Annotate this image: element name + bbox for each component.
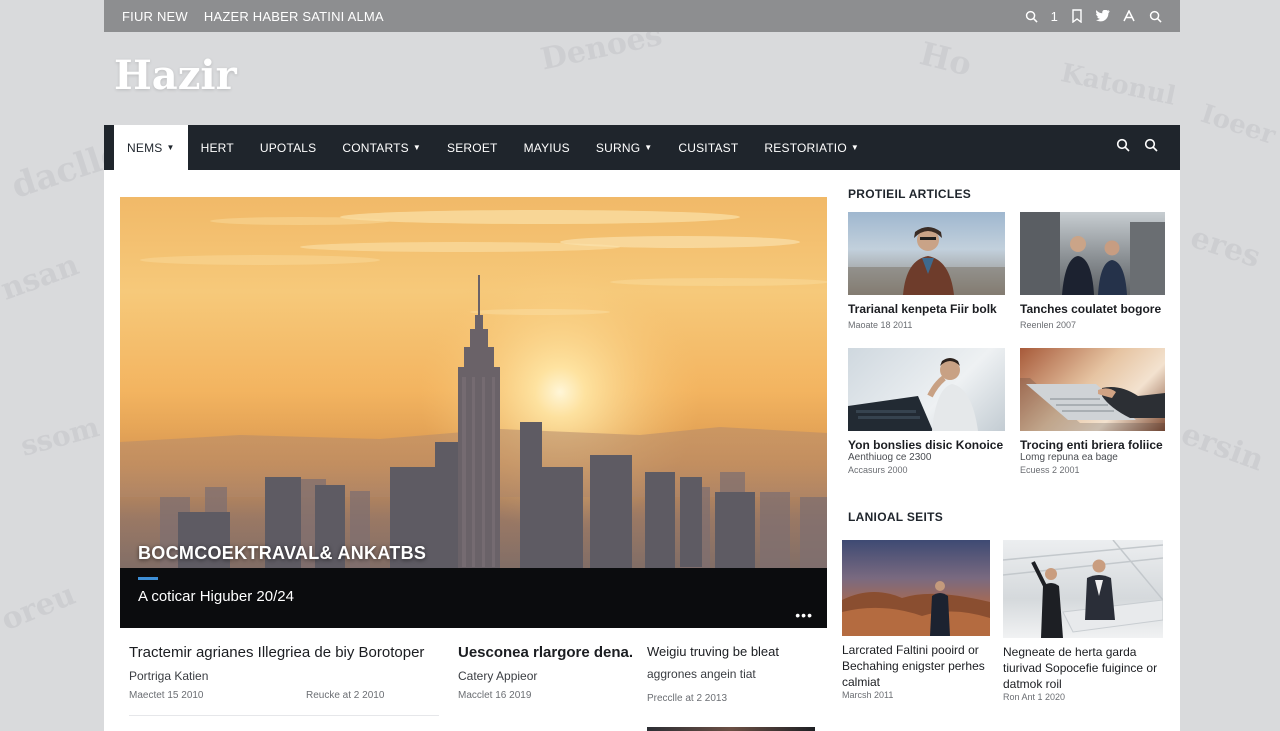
nav-item-contarts[interactable]: CONTARTS ▼: [329, 125, 434, 170]
bookmark-icon[interactable]: [1070, 9, 1084, 23]
page: FIUR NEW HAZER HABER SATINI ALMA 1 Hazir…: [104, 0, 1180, 731]
story-category: Portriga Katien: [129, 669, 209, 683]
nav-item-upotals[interactable]: UPOTALS: [247, 125, 330, 170]
story-item-1[interactable]: Tractemir agrianes Illegriea de biy Boro…: [129, 644, 424, 701]
story-title[interactable]: Weigiu truving be bleat: [647, 644, 779, 659]
story-date: Maectet 15 2010: [129, 690, 204, 701]
card-subtitle: Aenthiuog ce 2300: [848, 452, 932, 463]
card-title[interactable]: Negneate de herta garda tiurivad Sopocef…: [1003, 644, 1168, 692]
article-thumbnail[interactable]: [1003, 540, 1163, 638]
article-thumbnail[interactable]: [1020, 348, 1165, 431]
story-category: aggrones angein tiat: [647, 667, 756, 681]
article-thumbnail[interactable]: [848, 212, 1005, 295]
nav-label: NEMS: [127, 140, 163, 155]
story-meta: Maectet 15 2010 Reucke at 2 2010: [129, 690, 424, 701]
divider: [129, 715, 439, 731]
hero-title[interactable]: BOCMCOEKTRAVAL& ANKATBS: [138, 543, 426, 564]
article-thumbnail[interactable]: [647, 727, 815, 731]
laptop-image: [1020, 378, 1165, 431]
nav-label: CONTARTS: [342, 140, 409, 155]
story-title[interactable]: Tractemir agrianes Illegriea de biy Boro…: [129, 644, 424, 661]
person-landscape-image: [842, 581, 990, 636]
top-icons: 1: [1025, 9, 1162, 24]
twitter-icon[interactable]: [1096, 9, 1110, 23]
story-category: Catery Appieor: [458, 669, 538, 683]
top-link-subscribe[interactable]: HAZER HABER SATINI ALMA: [204, 9, 384, 24]
nav-item-surng[interactable]: SURNG ▼: [583, 125, 665, 170]
card-title[interactable]: Tanches coulatet bogore: [1020, 302, 1161, 316]
site-logo[interactable]: Hazir: [114, 52, 237, 99]
section-title-featured: PROTIEIL ARTICLES: [848, 187, 972, 201]
office-people-image: [1003, 540, 1163, 638]
chevron-down-icon: ▼: [850, 143, 859, 152]
more-options-icon[interactable]: •••: [795, 607, 813, 623]
nav-item-hert[interactable]: HERT: [188, 125, 247, 170]
story-date: Macclet 16 2019: [458, 690, 532, 701]
card-title[interactable]: Trocing enti briera foliice: [1020, 438, 1163, 452]
nav-label: HERT: [200, 140, 234, 155]
card-title[interactable]: Larcrated Faltini pooird or Bechahing en…: [842, 642, 992, 690]
nav-item-mayius[interactable]: MAYIUS: [511, 125, 583, 170]
story-meta: Precclle at 2 2013: [647, 693, 779, 704]
story-item-2[interactable]: Uesconea rlargore dena. Catery Appieor M…: [458, 644, 633, 701]
chevron-down-icon: ▼: [166, 143, 175, 152]
hero-subtitle: A coticar Higuber 20/24: [138, 588, 294, 605]
card-date: Accasurs 2000: [848, 465, 908, 475]
nav-item-nems[interactable]: NEMS ▼: [114, 125, 188, 170]
nav-item-seroet[interactable]: SEROET: [434, 125, 511, 170]
article-thumbnail[interactable]: [1020, 212, 1165, 295]
card-title[interactable]: Yon bonslies disic Konoice: [848, 438, 1003, 452]
article-thumbnail[interactable]: [848, 348, 1005, 431]
story-title[interactable]: Uesconea rlargore dena.: [458, 644, 633, 661]
card-date: Maoate 18 2011: [848, 320, 913, 330]
main-nav: NEMS ▼ HERT UPOTALS CONTARTS ▼ SEROET MAYI…: [104, 125, 1180, 170]
article-thumbnail[interactable]: [842, 540, 990, 636]
top-bar: FIUR NEW HAZER HABER SATINI ALMA 1: [104, 0, 1180, 32]
notification-count[interactable]: 1: [1051, 9, 1058, 24]
story-item-3[interactable]: Weigiu truving be bleat aggrones angein …: [647, 644, 779, 704]
nav-label: SURNG: [595, 140, 641, 155]
card-date: Reenlen 2007: [1020, 320, 1077, 330]
nav-label: CUSITAST: [678, 140, 739, 155]
person-computer-image: [848, 358, 978, 431]
hero-accent-line: [138, 577, 158, 580]
nav-item-cusitast[interactable]: CUSITAST: [665, 125, 751, 170]
font-size-icon[interactable]: [1122, 9, 1136, 23]
card-date: Ecuess 2 2001: [1020, 465, 1080, 475]
card-date: Marcsh 2011: [842, 690, 894, 700]
search-icon-secondary[interactable]: [1148, 9, 1162, 23]
chevron-down-icon: ▼: [644, 143, 653, 152]
nav-label: MAYIUS: [523, 140, 570, 155]
nav-icons: [1116, 125, 1180, 170]
card-subtitle: Lomg repuna ea bage: [1020, 452, 1118, 463]
top-link-new[interactable]: FIUR NEW: [122, 9, 188, 24]
story-meta: Macclet 16 2019: [458, 690, 633, 701]
card-date: Ron Ant 1 2020: [1003, 692, 1066, 702]
card-title[interactable]: Trarianal kenpeta Fiir bolk: [848, 302, 997, 316]
nav-item-restoriatio[interactable]: RESTORIATIO ▼: [751, 125, 872, 170]
content-panel: BOCMCOEKTRAVAL& ANKATBS A coticar Higube…: [104, 170, 1180, 731]
search-icon-secondary[interactable]: [1144, 138, 1158, 157]
search-icon[interactable]: [1025, 9, 1039, 23]
section-title-latest: LANIOAL SEITS: [848, 510, 944, 524]
story-date-secondary: Reucke at 2 2010: [306, 690, 385, 701]
person-image: [848, 227, 1005, 295]
chevron-down-icon: ▼: [412, 143, 422, 152]
story-date: Precclle at 2 2013: [647, 693, 728, 704]
hero-article[interactable]: BOCMCOEKTRAVAL& ANKATBS A coticar Higube…: [120, 197, 827, 628]
nav-label: UPOTALS: [259, 140, 317, 155]
people-image: [1020, 212, 1165, 295]
nav-label: SEROET: [447, 140, 498, 155]
search-icon[interactable]: [1116, 138, 1130, 157]
nav-label: RESTORIATIO: [764, 140, 847, 155]
